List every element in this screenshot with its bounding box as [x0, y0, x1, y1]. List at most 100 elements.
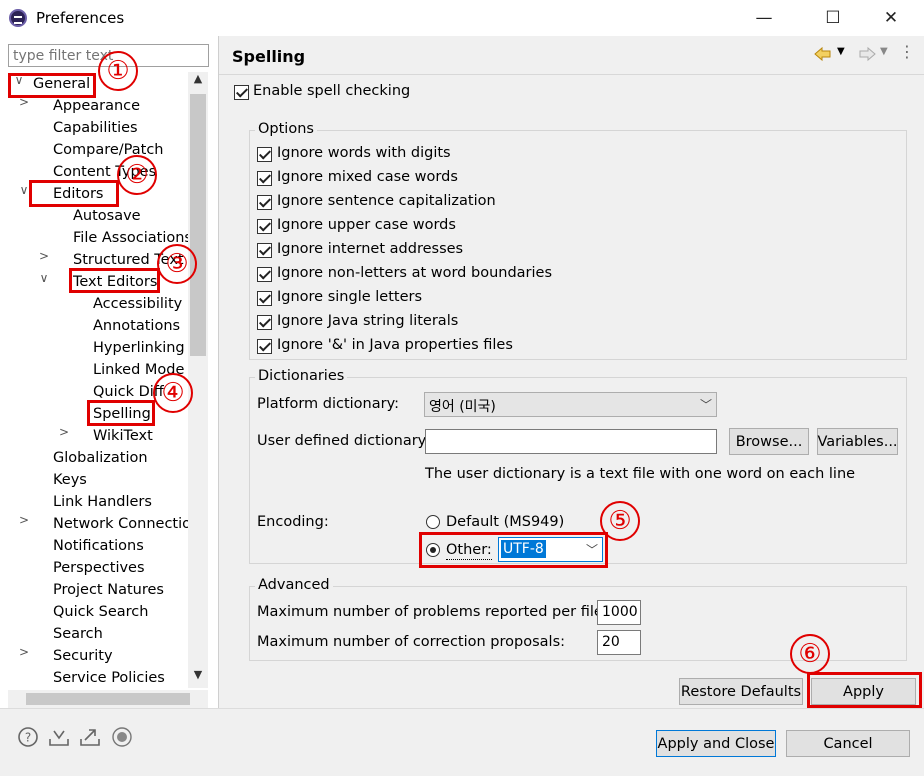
encoding-label: Encoding: — [257, 514, 329, 530]
option-label: Ignore Java string literals — [277, 313, 459, 329]
scroll-up-icon[interactable]: ▲ — [188, 72, 208, 92]
scroll-down-icon[interactable]: ▼ — [188, 668, 208, 688]
max-problems-label: Maximum number of problems reported per … — [257, 604, 608, 620]
svg-text:?: ? — [25, 731, 31, 745]
annotation-box-spelling — [87, 400, 155, 426]
option-checkbox[interactable] — [257, 315, 272, 330]
page-title: Spelling — [232, 47, 306, 66]
annotation-number-3: ③ — [157, 244, 197, 284]
chevron-right-icon[interactable]: > — [58, 425, 70, 447]
max-proposals-label: Maximum number of correction proposals: — [257, 634, 566, 650]
back-dropdown-icon[interactable]: ▼ — [837, 46, 845, 57]
tree-item[interactable]: Quick Search — [53, 601, 148, 623]
tree-item[interactable]: Autosave — [73, 205, 141, 227]
chevron-down-icon: ﹀ — [699, 398, 712, 412]
user-dictionary-input[interactable] — [425, 429, 717, 454]
maximize-button[interactable]: ☐ — [810, 0, 856, 36]
tree-horizontal-scrollbar[interactable] — [8, 690, 208, 708]
option-checkbox[interactable] — [257, 291, 272, 306]
tree-item[interactable]: Project Natures — [53, 579, 164, 601]
options-title: Options — [255, 121, 317, 137]
chevron-right-icon[interactable]: > — [38, 249, 50, 271]
option-label: Ignore non-letters at word boundaries — [277, 265, 553, 281]
annotation-number-4: ④ — [153, 373, 193, 413]
tree-item[interactable]: Perspectives — [53, 557, 145, 579]
max-proposals-input[interactable]: 20 — [597, 630, 641, 655]
default-encoding-radio[interactable] — [426, 515, 440, 529]
tree-item[interactable]: Network Connectio — [53, 513, 188, 535]
max-problems-input[interactable]: 1000 — [597, 600, 641, 625]
tree-item[interactable]: Globalization — [53, 447, 148, 469]
chevron-right-icon[interactable]: > — [18, 95, 30, 117]
platform-dictionary-select[interactable]: 영어 (미국) ﹀ — [424, 392, 717, 417]
option-label: Ignore single letters — [277, 289, 423, 305]
option-checkbox[interactable] — [257, 243, 272, 258]
export-icon[interactable] — [79, 726, 101, 748]
chevron-right-icon[interactable]: > — [18, 513, 30, 535]
minimize-button[interactable]: — — [741, 0, 787, 36]
annotation-box-general — [8, 73, 96, 98]
record-icon[interactable] — [111, 726, 133, 748]
title-bar: Preferences — ☐ ✕ — [0, 0, 924, 36]
annotation-number-1: ① — [98, 51, 138, 91]
option-label: Ignore words with digits — [277, 145, 451, 161]
enable-spell-label: Enable spell checking — [253, 83, 411, 99]
close-button[interactable]: ✕ — [868, 0, 914, 36]
option-checkbox[interactable] — [257, 195, 272, 210]
chevron-right-icon[interactable]: > — [18, 645, 30, 667]
user-dictionary-hint: The user dictionary is a text file with … — [425, 466, 856, 482]
option-checkbox[interactable] — [257, 171, 272, 186]
browse-button[interactable]: Browse... — [729, 428, 809, 455]
apply-and-close-button[interactable]: Apply and Close — [656, 730, 776, 757]
forward-arrow-icon[interactable] — [857, 46, 877, 62]
tree-vertical-scrollbar[interactable]: ▲ ▼ — [188, 72, 208, 688]
platform-dictionary-label: Platform dictionary: — [257, 396, 399, 412]
view-menu-icon[interactable]: ⋮ — [899, 42, 915, 61]
restore-defaults-button[interactable]: Restore Defaults — [679, 678, 803, 705]
tree-item[interactable]: Capabilities — [53, 117, 138, 139]
annotation-box-encoding — [419, 532, 608, 568]
dictionaries-title: Dictionaries — [255, 368, 348, 384]
option-checkbox[interactable] — [257, 219, 272, 234]
platform-dictionary-value: 영어 (미국) — [429, 399, 496, 415]
tree-item[interactable]: Keys — [53, 469, 87, 491]
window-title: Preferences — [36, 9, 125, 27]
tree-item[interactable]: Link Handlers — [53, 491, 152, 513]
variables-button[interactable]: Variables... — [817, 428, 898, 455]
forward-dropdown-icon[interactable]: ▼ — [880, 46, 888, 57]
option-label: Ignore '&' in Java properties files — [277, 337, 513, 353]
tree-item[interactable]: WikiText — [93, 425, 153, 447]
annotation-number-6: ⑥ — [790, 634, 830, 674]
option-checkbox[interactable] — [257, 339, 272, 354]
page-header: ▼ ▼ ⋮ — [219, 36, 924, 74]
annotation-box-apply — [807, 672, 922, 708]
import-icon[interactable] — [48, 726, 70, 748]
tree-item[interactable]: Service Policies — [53, 667, 165, 689]
advanced-title: Advanced — [255, 577, 333, 593]
eclipse-icon — [9, 9, 27, 27]
tree-item[interactable]: Notifications — [53, 535, 144, 557]
option-label: Ignore upper case words — [277, 217, 456, 233]
option-checkbox[interactable] — [257, 267, 272, 282]
tree-item[interactable]: Hyperlinking — [93, 337, 185, 359]
tree-scroll-thumb[interactable] — [190, 94, 206, 356]
option-label: Ignore internet addresses — [277, 241, 464, 257]
option-label: Ignore mixed case words — [277, 169, 458, 185]
option-checkbox[interactable] — [257, 147, 272, 162]
chevron-down-icon[interactable]: ∨ — [38, 271, 50, 293]
user-dictionary-label: User defined dictionary: — [257, 433, 431, 449]
tree-item[interactable]: Appearance — [53, 95, 140, 117]
annotation-box-text-editors — [69, 268, 160, 293]
annotation-box-editors — [29, 180, 119, 207]
annotation-number-5: ⑤ — [600, 501, 640, 541]
help-icon[interactable]: ? — [17, 726, 39, 748]
enable-spell-checkbox[interactable] — [234, 85, 249, 100]
back-arrow-icon[interactable] — [813, 46, 833, 62]
cancel-button[interactable]: Cancel — [786, 730, 910, 757]
tree-item[interactable]: Search — [53, 623, 103, 645]
tree-item[interactable]: Annotations — [93, 315, 180, 337]
tree-item[interactable]: Security — [53, 645, 113, 667]
tree-hscroll-thumb[interactable] — [26, 693, 190, 705]
tree-item[interactable]: Accessibility — [93, 293, 182, 315]
option-label: Ignore sentence capitalization — [277, 193, 496, 209]
